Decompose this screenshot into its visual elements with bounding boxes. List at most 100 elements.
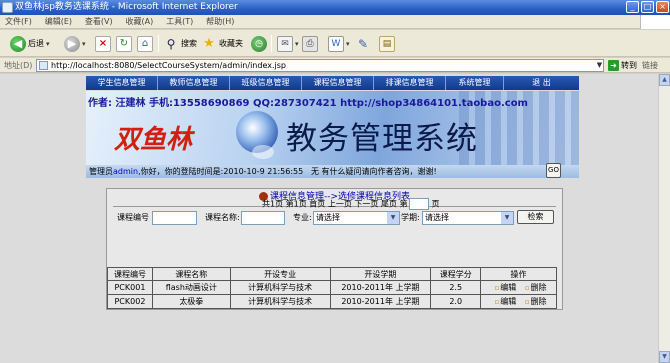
windows-logo [640, 15, 670, 29]
mail-dropdown-icon[interactable]: ▾ [295, 40, 299, 48]
favorites-button[interactable]: ★ 收藏夹 [201, 34, 243, 53]
refresh-button[interactable]: ↻ [116, 34, 132, 53]
page-number-input[interactable] [409, 198, 430, 210]
pager-prev[interactable]: 上一页 [328, 200, 352, 209]
toolbar-separator [271, 35, 272, 52]
messenger-button[interactable]: ✎ [355, 34, 371, 53]
pager-total: 共1页 [262, 199, 284, 209]
go-button[interactable]: ➜ 转到 [608, 58, 637, 73]
links-label[interactable]: 链接 [642, 58, 658, 73]
edit-dropdown-icon[interactable]: ▾ [346, 40, 350, 48]
forward-arrow-icon: ▶ [64, 35, 80, 52]
page-icon [39, 61, 48, 70]
research-icon: ▤ [379, 35, 395, 52]
col-credit: 课程学分 [430, 267, 482, 281]
pager-last[interactable]: 尾页 [381, 200, 397, 209]
course-name-input[interactable] [241, 211, 285, 225]
major-dropdown-icon: ▼ [387, 212, 399, 224]
system-title: 教务管理系统 [286, 121, 478, 157]
nav-teacher-info[interactable]: 教师信息管理 [158, 76, 230, 90]
nav-student-info[interactable]: 学生信息管理 [86, 76, 158, 90]
maximize-button[interactable]: □ [641, 1, 654, 13]
scroll-down-icon[interactable]: ▼ [659, 351, 670, 363]
edit-link[interactable]: 编辑 [495, 283, 517, 292]
menu-tools[interactable]: 工具(T) [161, 15, 198, 29]
menu-favorites[interactable]: 收藏(A) [120, 15, 158, 29]
cell-major: 计算机科学与技术 [229, 294, 331, 309]
page-content: 学生信息管理 教师信息管理 班级信息管理 课程信息管理 排课信息管理 系统管理 … [0, 74, 658, 363]
cell-course-no: PCK002 [107, 294, 153, 309]
minimize-button[interactable]: _ [626, 1, 639, 13]
cell-major: 计算机科学与技术 [229, 280, 331, 295]
nav-logout[interactable]: 退 出 [504, 76, 579, 90]
course-no-input[interactable] [152, 211, 197, 225]
table-row: PCK001 flash动画设计 计算机科学与技术 2010-2011年 上学期… [107, 280, 557, 295]
printer-icon: ⎙ [302, 35, 318, 52]
home-button[interactable]: ⌂ [137, 34, 153, 53]
delete-link[interactable]: 删除 [525, 283, 547, 292]
nav-class-info[interactable]: 班级信息管理 [230, 76, 302, 90]
address-url: http://localhost:8080/SelectCourseSystem… [51, 61, 286, 70]
browser-toolbar: ◀ 后退 ▾ ▶ ▾ × ↻ ⌂ ⚲ 搜索 ★ 收藏夹 ◷ ✉ ▾ ⎙ W ▾ … [0, 30, 670, 57]
cell-actions: 编辑 删除 [480, 280, 557, 295]
close-button[interactable]: × [656, 1, 669, 13]
cell-course-no: PCK001 [107, 280, 153, 295]
address-input[interactable]: http://localhost:8080/SelectCourseSystem… [36, 59, 604, 72]
menu-help[interactable]: 帮助(H) [201, 15, 239, 29]
back-dropdown-icon[interactable]: ▾ [46, 40, 50, 48]
vertical-scrollbar[interactable]: ▲ ▼ [658, 74, 670, 363]
search-button[interactable]: ⚲ 搜索 [163, 34, 197, 53]
back-label: 后退 [28, 39, 44, 48]
welcome-prefix: 管理员 [89, 167, 113, 176]
nav-course-info[interactable]: 课程信息管理 [302, 76, 374, 90]
cell-course-name: flash动画设计 [151, 280, 231, 295]
author-info: 作者: 汪建林 手机:13558690869 QQ:287307421 http… [88, 98, 528, 109]
menu-view[interactable]: 查看(V) [80, 15, 118, 29]
window-title: 双鱼林jsp教务选课系统 - Microsoft Internet Explor… [15, 2, 238, 12]
course-no-label: 课程编号 [117, 213, 149, 222]
brand-logo-text: 双鱼林 [114, 125, 193, 155]
term-select-value: 请选择 [425, 213, 449, 222]
site-banner: 作者: 汪建林 手机:13558690869 QQ:287307421 http… [86, 91, 579, 165]
forward-dropdown-icon[interactable]: ▾ [82, 40, 86, 48]
menu-file[interactable]: 文件(F) [0, 15, 37, 29]
table-row: PCK002 太极拳 计算机科学与技术 2010-2011年 上学期 2.0 编… [107, 294, 557, 309]
mail-button[interactable]: ✉ ▾ [277, 34, 299, 53]
forward-button[interactable]: ▶ ▾ [64, 34, 86, 53]
cell-credit: 2.5 [430, 280, 482, 295]
term-select[interactable]: 请选择 ▼ [422, 211, 514, 225]
cell-course-name: 太极拳 [151, 294, 231, 309]
home-icon: ⌂ [137, 35, 153, 52]
edit-button[interactable]: W ▾ [328, 34, 350, 53]
pager-next[interactable]: 下一页 [354, 200, 378, 209]
address-dropdown-icon[interactable]: ▼ [595, 60, 604, 71]
go-arrow-icon: ➜ [608, 60, 619, 71]
history-button[interactable]: ◷ [251, 34, 267, 53]
edit-link[interactable]: 编辑 [495, 297, 517, 306]
course-name-label: 课程名称: [205, 213, 240, 222]
back-arrow-icon: ◀ [10, 35, 26, 52]
cell-term: 2010-2011年 上学期 [329, 294, 432, 309]
pager-first[interactable]: 首页 [309, 200, 325, 209]
menu-edit[interactable]: 编辑(E) [40, 15, 77, 29]
table-header-row: 课程编号 课程名称 开设专业 开设学期 课程学分 操作 [107, 267, 557, 281]
nav-system-admin[interactable]: 系统管理 [446, 76, 504, 90]
back-button[interactable]: ◀ 后退 ▾ [10, 34, 50, 53]
welcome-username: admin [113, 167, 139, 176]
banner-orb-highlight [252, 145, 274, 159]
research-button[interactable]: ▤ [379, 34, 395, 53]
delete-link[interactable]: 删除 [525, 297, 547, 306]
favorites-label: 收藏夹 [219, 39, 243, 48]
stop-button[interactable]: × [95, 34, 111, 53]
major-label: 专业: [293, 213, 312, 222]
search-submit-button[interactable]: 检索 [517, 210, 554, 224]
window-title-bar: 双鱼林jsp教务选课系统 - Microsoft Internet Explor… [0, 0, 670, 15]
pager-current: 第1页 [285, 199, 307, 209]
major-select[interactable]: 请选择 ▼ [313, 211, 400, 225]
nav-schedule-info[interactable]: 排课信息管理 [374, 76, 446, 90]
address-bar: 地址(D) http://localhost:8080/SelectCourse… [0, 58, 670, 73]
star-icon: ★ [203, 35, 215, 51]
scroll-up-icon[interactable]: ▲ [659, 74, 670, 86]
page-go-button[interactable]: GO [546, 163, 561, 178]
print-button[interactable]: ⎙ [302, 34, 318, 53]
